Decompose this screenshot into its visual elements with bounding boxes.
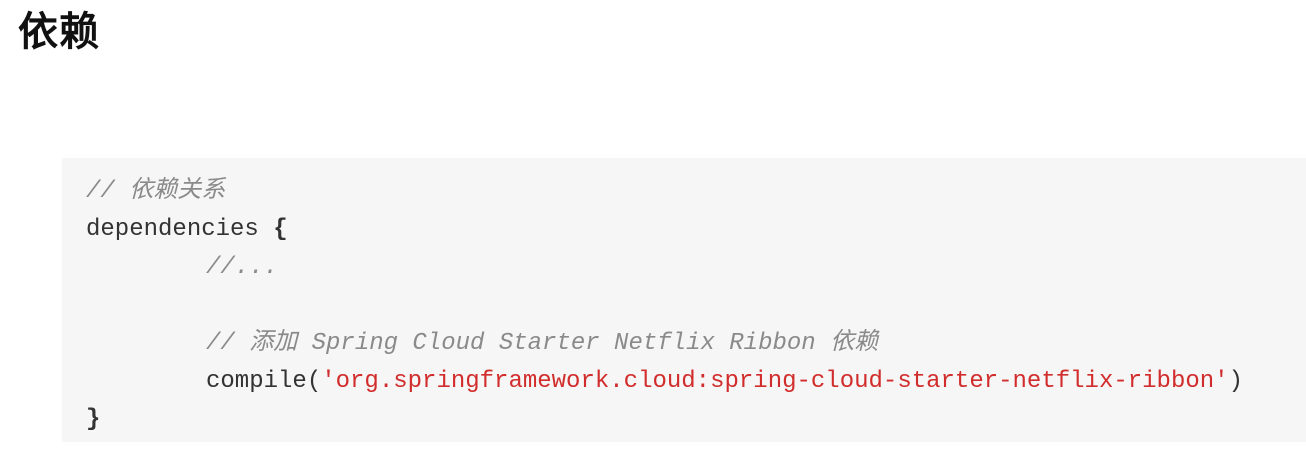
- open-brace: {: [273, 216, 288, 243]
- code-line-ellipsis: //...: [86, 249, 1306, 287]
- code-line-add-comment: // 添加 Spring Cloud Starter Netflix Ribbo…: [86, 325, 1306, 363]
- compile-argument-string: 'org.springframework.cloud:spring-cloud-…: [321, 368, 1229, 395]
- code-comment: // 依赖关系: [86, 178, 226, 205]
- compile-function: compile(: [206, 368, 322, 395]
- close-paren: ): [1228, 368, 1243, 395]
- code-line-close: }: [86, 401, 1306, 439]
- document-page: 依赖 // 依赖关系 dependencies { //... // 添加 Sp…: [0, 0, 1306, 451]
- code-block: // 依赖关系 dependencies { //... // 添加 Sprin…: [62, 158, 1306, 442]
- section-heading: 依赖: [18, 9, 100, 55]
- dependencies-keyword: dependencies: [86, 216, 259, 243]
- close-brace: }: [86, 406, 101, 433]
- code-line-dependencies: dependencies {: [86, 211, 1306, 249]
- code-line-compile: compile('org.springframework.cloud:sprin…: [86, 363, 1306, 401]
- ellipsis-comment: //...: [206, 254, 279, 281]
- code-line-comment: // 依赖关系: [86, 173, 1306, 211]
- add-dependency-comment: // 添加 Spring Cloud Starter Netflix Ribbo…: [206, 330, 879, 357]
